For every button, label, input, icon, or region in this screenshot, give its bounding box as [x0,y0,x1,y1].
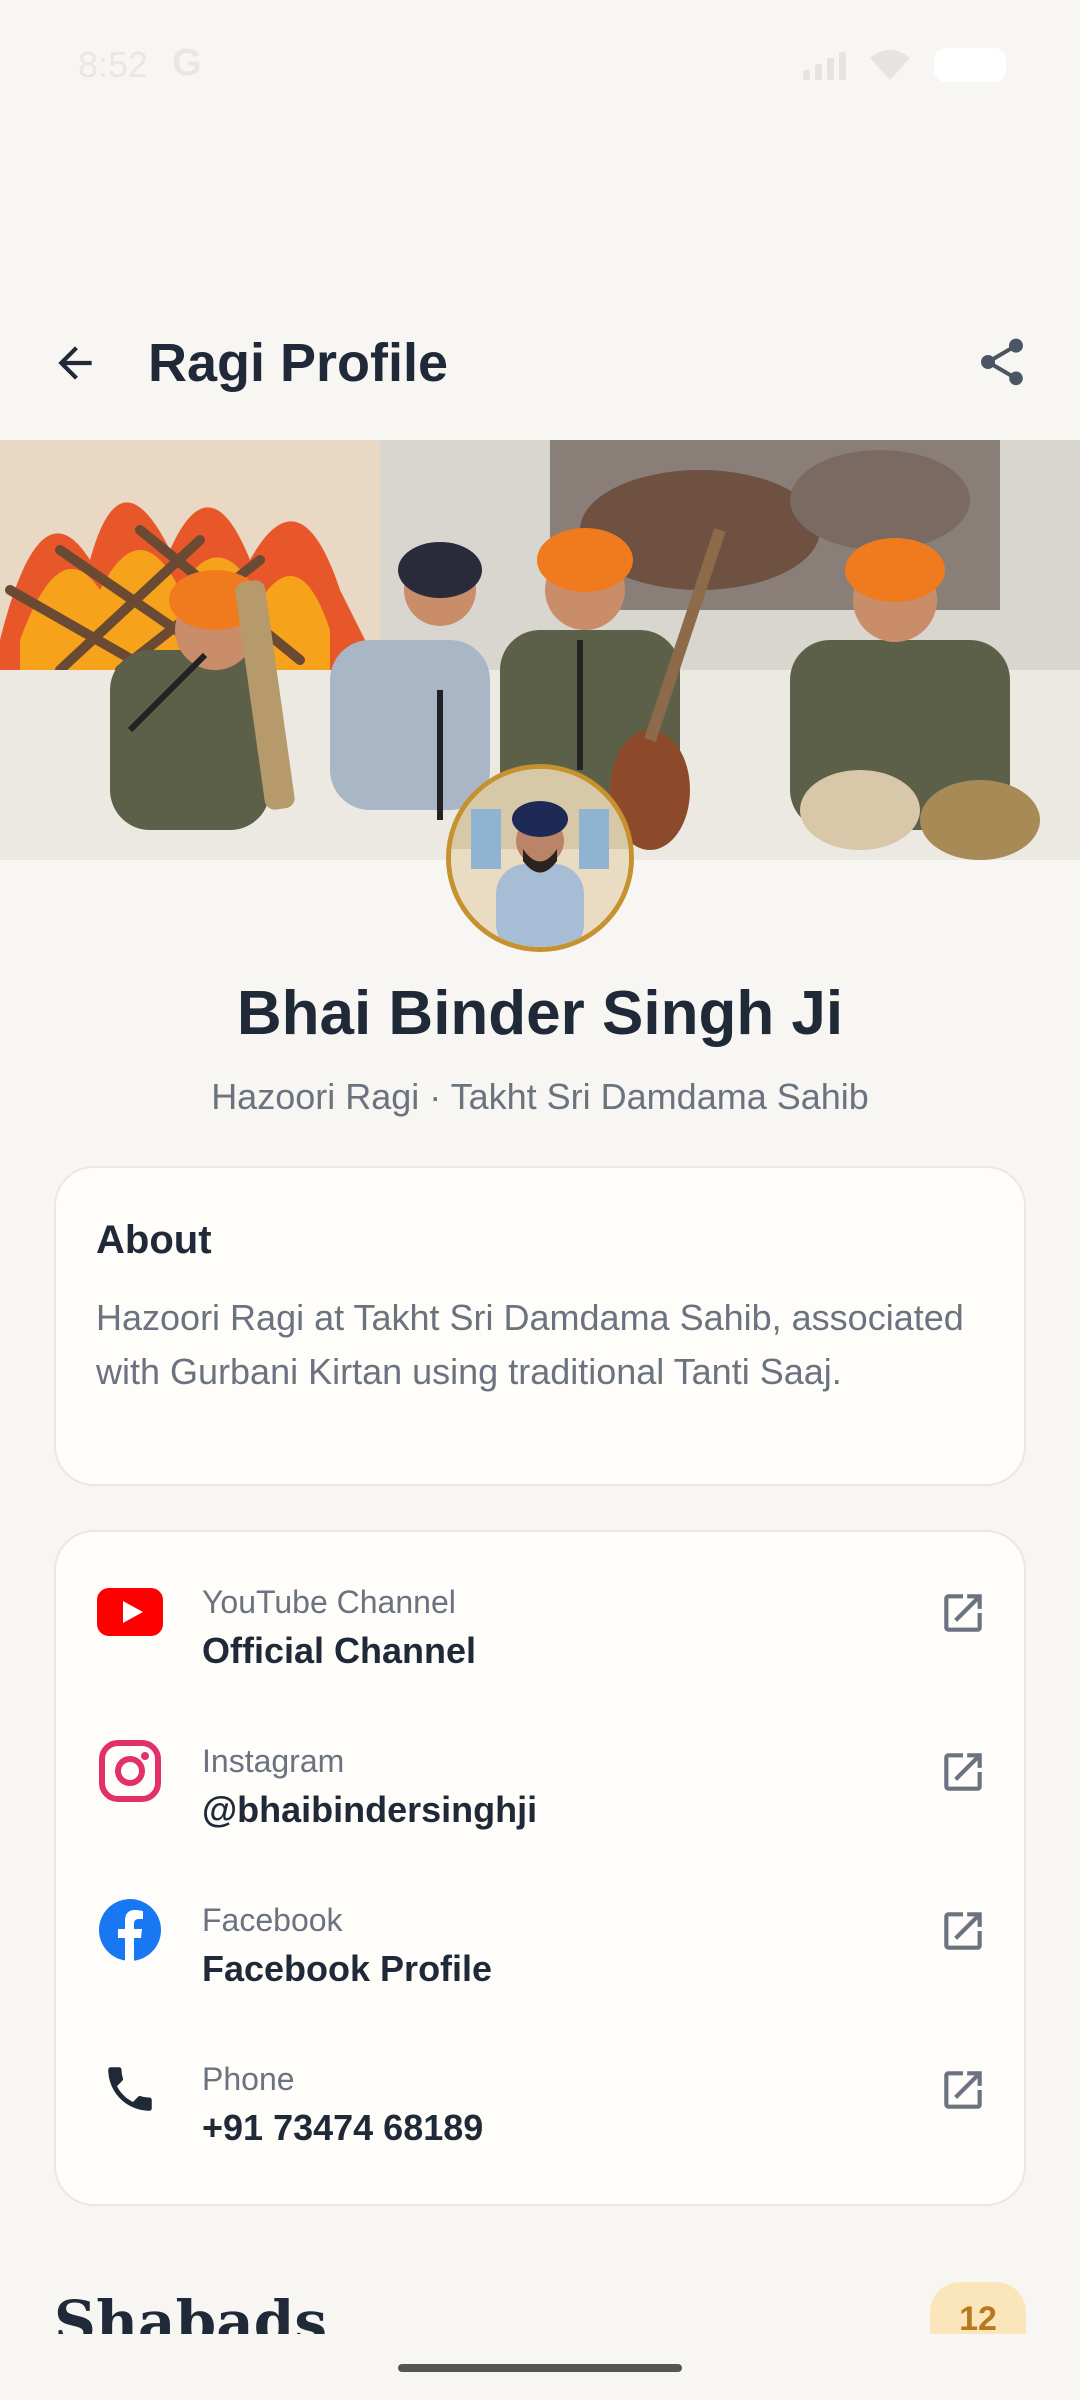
profile-name: Bhai Binder Singh Ji [236,979,844,1048]
signal-icon [803,50,846,80]
profile-subtitle: Hazoori Ragi · Takht Sri Damdama Sahib [211,1076,869,1117]
link-row-phone[interactable]: Phone +91 73474 68189 [56,2009,1028,2168]
link-value: +91 73474 68189 [202,2107,484,2148]
about-text: Hazoori Ragi at Takht Sri Damdama Sahib,… [96,1297,964,1392]
facebook-icon [96,1896,164,1964]
about-title: About [96,1218,212,1262]
open-external-icon[interactable] [938,1747,988,1797]
home-indicator[interactable] [398,2364,682,2372]
about-card: About Hazoori Ragi at Takht Sri Damdama … [54,1166,1026,1486]
instagram-icon [96,1737,164,1805]
link-label: Facebook [202,1902,343,1938]
share-button[interactable] [964,324,1040,400]
links-card: YouTube Channel Official Channel Instagr… [54,1530,1026,2206]
phone-icon [96,2055,164,2123]
status-time: 8:52 [78,44,149,85]
link-value: Official Channel [202,1630,477,1671]
link-label: Phone [202,2061,295,2097]
avatar [446,764,634,952]
shabads-count-badge: 12 [930,2282,1026,2334]
status-bar: 8:52 G [0,0,1080,130]
app-bar: Ragi Profile [0,300,1080,440]
shabads-section-title: Shabads [54,2288,327,2334]
open-external-icon[interactable] [938,1906,988,1956]
youtube-icon [96,1578,164,1646]
battery-icon [934,48,1006,82]
open-external-icon[interactable] [938,1588,988,1638]
share-icon [981,338,1023,386]
link-row-instagram[interactable]: Instagram @bhaibindersinghji [56,1691,1028,1850]
link-label: YouTube Channel [202,1584,456,1620]
wifi-icon [870,50,910,80]
status-icons [803,48,1006,82]
link-value: Facebook Profile [202,1948,493,1989]
link-row-facebook[interactable]: Facebook Facebook Profile [56,1850,1028,2009]
google-icon: G [172,42,202,84]
open-external-icon[interactable] [938,2065,988,2115]
arrow-left-icon [58,346,92,380]
page-title: Ragi Profile [148,333,449,393]
link-row-youtube[interactable]: YouTube Channel Official Channel [56,1532,1028,1691]
back-button[interactable] [40,328,110,398]
link-value: @bhaibindersinghji [202,1789,538,1830]
link-label: Instagram [202,1743,345,1779]
